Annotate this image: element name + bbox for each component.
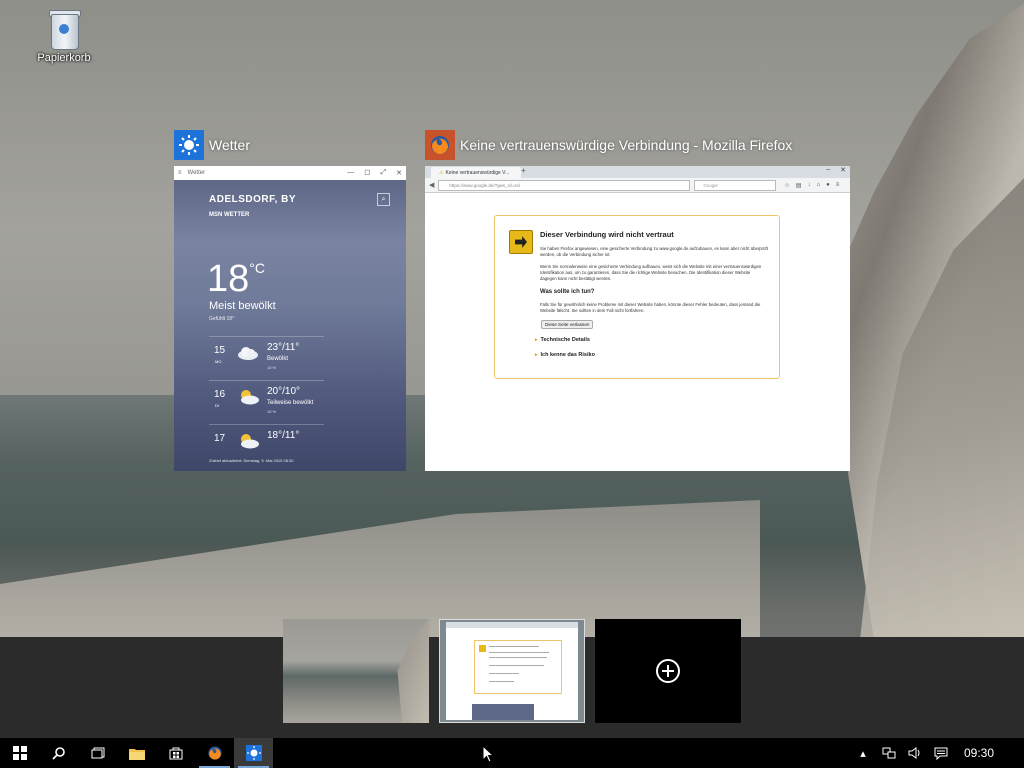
menu-icon: ≡: [835, 181, 840, 188]
weather-taskbar-button[interactable]: [234, 738, 273, 768]
cloud-icon: [238, 347, 258, 360]
firefox-window-title[interactable]: Keine vertrauenswürdige Verbindung - Moz…: [425, 130, 792, 160]
security-warning-icon: [509, 230, 533, 254]
weather-temperature: 18°C: [207, 258, 265, 300]
firefox-icon: [207, 746, 222, 760]
plus-icon: [656, 659, 680, 683]
firefox-tab: ⚠ Keine vertrauenswürdige V...: [431, 167, 521, 178]
technical-details-expander: ▸ Technische Details: [535, 337, 590, 343]
weather-feels-like: Gefühlt 18°: [209, 316, 235, 322]
network-icon[interactable]: [876, 747, 902, 759]
minimize-icon: –: [826, 166, 831, 173]
taskbar-clock[interactable]: 09:30: [954, 746, 1024, 760]
task-view-button[interactable]: [78, 738, 117, 768]
search-icon: [51, 747, 65, 760]
store-button[interactable]: [156, 738, 195, 768]
task-view-icon: [91, 747, 104, 759]
weather-updated: Zuletzt aktualisiert: Dienstag, 5. Mai 2…: [209, 458, 294, 463]
partly-cloudy-icon: [241, 434, 259, 449]
chat-icon: ●: [826, 181, 830, 188]
back-icon: ◀: [429, 182, 435, 189]
error-paragraph: Falls Sie für gewöhnlich keine Probleme …: [540, 302, 761, 313]
maximize-icon: ☐: [364, 170, 371, 177]
desktop-icon-label: Papierkorb: [37, 52, 91, 64]
weather-search-icon: ⌕: [377, 193, 390, 206]
firefox-navbar: ◀ https://www.google.de/?gws_rd=ssl Goog…: [425, 178, 850, 193]
error-paragraph: Wenn Sie normalerweise eine gesicherte V…: [540, 264, 762, 281]
firefox-window-thumbnail[interactable]: ⚠ Keine vertrauenswürdige V... + – ✕ ◀ htt…: [425, 166, 850, 471]
home-icon: ⌂: [816, 181, 821, 188]
folder-icon: [128, 748, 145, 760]
weather-forecast-list: 15 MO 23°/11° Bewölkt 10 % 16 DI 20°/10°…: [209, 336, 324, 468]
download-icon: ↓: [807, 181, 811, 188]
weather-app-titlebar: ≡ Wetter — ☐ ⤢ ✕: [174, 166, 406, 180]
partly-cloudy-icon: [241, 390, 259, 405]
error-subtitle: Was sollte ich tun?: [540, 289, 595, 295]
close-icon: ✕: [396, 170, 402, 177]
error-paragraph: Sie haben Firefox angewiesen, eine gesic…: [540, 246, 768, 257]
understand-risk-expander: ▸ Ich kenne das Risiko: [535, 352, 595, 358]
certificate-error-box: Dieser Verbindung wird nicht vertraut Si…: [494, 215, 780, 379]
taskbar: ▴ 09:30: [0, 738, 1024, 768]
weather-window-title-label: Wetter: [209, 137, 250, 153]
virtual-desktop-2-thumbnail[interactable]: [439, 619, 585, 723]
minimize-icon: —: [347, 169, 355, 176]
hamburger-icon: ≡: [178, 170, 182, 176]
close-icon: ✕: [840, 167, 846, 174]
firefox-taskbar-button[interactable]: [195, 738, 234, 768]
store-icon: [169, 747, 182, 760]
chevron-up-icon[interactable]: ▴: [850, 747, 876, 760]
desktop-icon-recycle-bin[interactable]: Papierkorb: [30, 8, 98, 64]
firefox-window-title-label: Keine vertrauenswürdige Verbindung - Moz…: [460, 137, 793, 153]
forecast-day: 16 DI 20°/10° Teilweise bewölkt 10 %: [209, 380, 324, 424]
virtual-desktop-1-thumbnail[interactable]: [283, 619, 429, 723]
start-button[interactable]: [0, 738, 39, 768]
system-tray: ▴ 09:30: [850, 738, 1024, 768]
weather-app-title: Wetter: [187, 170, 206, 176]
clipboard-icon: ▤: [795, 182, 802, 189]
leave-page-button: Diese Seite verlassen: [541, 320, 594, 329]
weather-icon: [245, 745, 262, 761]
forecast-day: 15 MO 23°/11° Bewölkt 10 %: [209, 336, 324, 380]
weather-window-title[interactable]: Wetter: [174, 130, 250, 160]
mouse-cursor-icon: [482, 745, 494, 763]
weather-icon: [174, 130, 204, 160]
search-button[interactable]: [39, 738, 78, 768]
firefox-url-bar: https://www.google.de/?gws_rd=ssl: [438, 179, 691, 191]
firefox-icon: [425, 130, 455, 160]
windows-logo-icon: [12, 746, 27, 760]
recycle-bin-icon: [47, 8, 81, 50]
file-explorer-button[interactable]: [117, 738, 156, 768]
new-tab-icon: +: [521, 166, 526, 175]
new-desktop-button[interactable]: [595, 619, 741, 723]
weather-source: MSN WETTER: [209, 212, 250, 218]
fullscreen-icon: ⤢: [380, 169, 387, 176]
weather-condition: Meist bewölkt: [209, 300, 276, 312]
firefox-tabbar: ⚠ Keine vertrauenswürdige V... + – ✕: [425, 166, 850, 178]
weather-window-thumbnail[interactable]: ≡ Wetter — ☐ ⤢ ✕ ADELSDORF, BY MSN WETTER ⌕…: [174, 166, 406, 471]
firefox-search-bar: Google: [694, 179, 777, 191]
action-center-icon[interactable]: [928, 747, 954, 760]
error-title: Dieser Verbindung wird nicht vertraut: [540, 230, 674, 239]
weather-city: ADELSDORF, BY: [209, 194, 297, 205]
warning-icon: ⚠: [439, 169, 444, 176]
bookmark-star-icon: ☆: [784, 182, 790, 189]
volume-icon[interactable]: [902, 747, 928, 759]
